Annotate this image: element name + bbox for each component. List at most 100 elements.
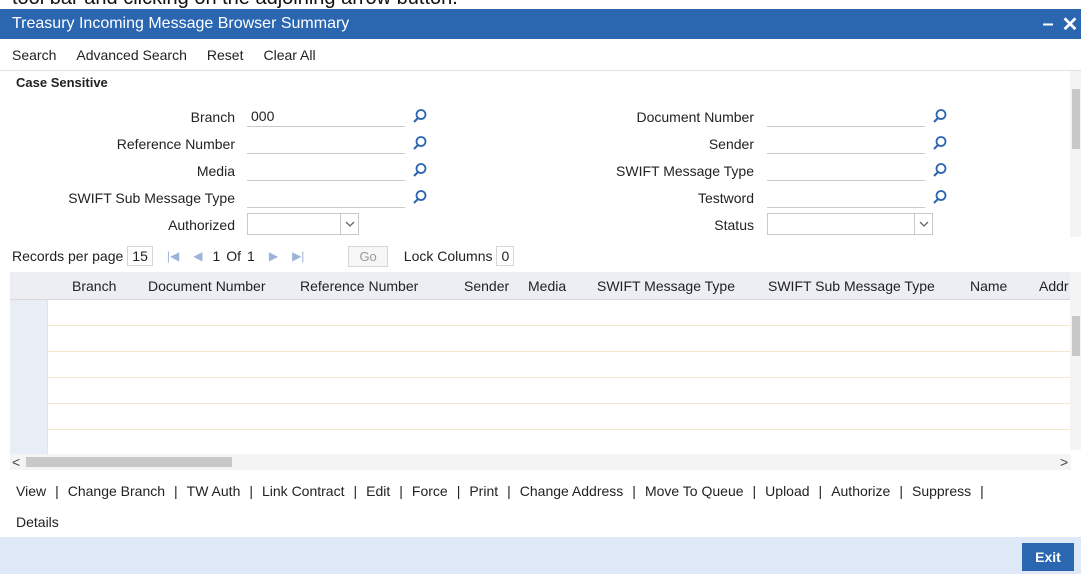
pager-bar: Records per page 15 |◀ ◀ 1 Of 1 ▶ ▶| Go …: [0, 243, 1081, 269]
reference-number-search-icon[interactable]: [412, 135, 428, 151]
action-authorize[interactable]: Authorize: [831, 483, 890, 499]
close-button[interactable]: ✕: [1059, 12, 1081, 37]
action-bar: View | Change Branch | TW Auth | Link Contract…: [16, 483, 984, 499]
swift-message-type-input[interactable]: [767, 159, 925, 181]
first-page-icon[interactable]: |◀: [167, 249, 179, 263]
table-row[interactable]: [10, 326, 1071, 352]
status-select[interactable]: [767, 213, 933, 235]
sender-input[interactable]: [767, 132, 925, 154]
swift-message-type-label: SWIFT Message Type: [616, 163, 754, 179]
menu-search[interactable]: Search: [12, 47, 56, 63]
authorized-select[interactable]: [247, 213, 359, 235]
media-label: Media: [196, 163, 235, 179]
table-row[interactable]: [10, 352, 1071, 378]
branch-input[interactable]: [247, 105, 405, 127]
media-input[interactable]: [247, 159, 405, 181]
row-selector[interactable]: [10, 326, 48, 352]
records-per-page-label: Records per page: [12, 248, 124, 264]
chevron-down-icon: [914, 214, 932, 234]
status-label: Status: [714, 217, 754, 233]
action-change-branch[interactable]: Change Branch: [68, 483, 165, 499]
column-header[interactable]: Sender: [464, 278, 509, 294]
row-selector[interactable]: [10, 378, 48, 404]
document-number-search-icon[interactable]: [932, 108, 948, 124]
action-change-address[interactable]: Change Address: [520, 483, 624, 499]
next-page-icon[interactable]: ▶: [269, 249, 278, 263]
menubar: Search Advanced Search Reset Clear All: [0, 39, 1081, 71]
action-bar-secondary: Details: [16, 514, 59, 530]
testword-input[interactable]: [767, 186, 925, 208]
document-number-label: Document Number: [636, 109, 755, 125]
form-vertical-scrollbar[interactable]: [1070, 71, 1081, 237]
branch-label: Branch: [190, 109, 235, 125]
minimize-button[interactable]: –: [1037, 13, 1059, 36]
row-selector[interactable]: [10, 430, 48, 456]
of-label: Of: [226, 248, 242, 264]
menu-advanced-search[interactable]: Advanced Search: [76, 47, 187, 63]
results-grid-body: [10, 300, 1071, 456]
row-selector[interactable]: [10, 404, 48, 430]
row-selector[interactable]: [10, 352, 48, 378]
clipped-caption: tool bar and clicking on the adjoining a…: [0, 0, 1081, 9]
footer-bar: [0, 537, 1081, 574]
action-edit[interactable]: Edit: [366, 483, 390, 499]
scroll-thumb[interactable]: [1072, 316, 1080, 356]
lock-columns-label: Lock Columns: [403, 248, 493, 264]
menu-reset[interactable]: Reset: [207, 47, 244, 63]
search-form: Branch Reference Number Media SWIFT Sub …: [0, 92, 1070, 237]
total-pages: 1: [247, 248, 255, 264]
swift-sub-message-type-search-icon[interactable]: [412, 189, 428, 205]
go-button[interactable]: Go: [348, 245, 388, 267]
media-search-icon[interactable]: [412, 162, 428, 178]
swift-sub-message-type-label: SWIFT Sub Message Type: [68, 190, 235, 206]
action-link-contract[interactable]: Link Contract: [262, 483, 344, 499]
table-row[interactable]: [10, 378, 1071, 404]
branch-search-icon[interactable]: [412, 108, 428, 124]
document-number-input[interactable]: [767, 105, 925, 127]
action-tw-auth[interactable]: TW Auth: [187, 483, 241, 499]
column-header[interactable]: Document Number: [148, 278, 266, 294]
column-header[interactable]: Addr: [1039, 278, 1071, 294]
column-header[interactable]: Name: [970, 278, 1007, 294]
reference-number-label: Reference Number: [116, 136, 235, 152]
table-row[interactable]: [10, 430, 1071, 456]
results-grid-header: Branch Document Number Reference Number …: [10, 272, 1071, 300]
action-suppress[interactable]: Suppress: [912, 483, 971, 499]
lock-columns-input[interactable]: 0: [496, 246, 515, 266]
table-row[interactable]: [10, 404, 1071, 430]
testword-label: Testword: [697, 190, 754, 206]
scroll-thumb[interactable]: [1072, 89, 1080, 149]
menu-clear-all[interactable]: Clear All: [263, 47, 315, 63]
testword-search-icon[interactable]: [932, 189, 948, 205]
grid-horizontal-scrollbar[interactable]: < >: [10, 454, 1071, 470]
column-header[interactable]: Branch: [72, 278, 116, 294]
action-print[interactable]: Print: [469, 483, 498, 499]
previous-page-icon[interactable]: ◀: [193, 249, 202, 263]
window-titlebar: Treasury Incoming Message Browser Summar…: [0, 9, 1081, 39]
scroll-thumb[interactable]: [26, 457, 232, 467]
reference-number-input[interactable]: [247, 132, 405, 154]
action-details[interactable]: Details: [16, 514, 59, 530]
window-title: Treasury Incoming Message Browser Summar…: [12, 15, 350, 32]
scroll-left-icon[interactable]: <: [12, 454, 20, 470]
table-row[interactable]: [10, 300, 1071, 326]
current-page[interactable]: 1: [212, 248, 220, 264]
action-move-to-queue[interactable]: Move To Queue: [645, 483, 744, 499]
action-force[interactable]: Force: [412, 483, 448, 499]
action-upload[interactable]: Upload: [765, 483, 809, 499]
column-header[interactable]: SWIFT Message Type: [597, 278, 735, 294]
swift-sub-message-type-input[interactable]: [247, 186, 405, 208]
row-selector[interactable]: [10, 300, 48, 326]
sender-label: Sender: [708, 136, 754, 152]
sender-search-icon[interactable]: [932, 135, 948, 151]
column-header[interactable]: Reference Number: [300, 278, 418, 294]
scroll-right-icon[interactable]: >: [1060, 454, 1068, 470]
column-header[interactable]: Media: [528, 278, 566, 294]
last-page-icon[interactable]: ▶|: [292, 249, 304, 263]
exit-button[interactable]: Exit: [1022, 543, 1074, 571]
column-header[interactable]: SWIFT Sub Message Type: [768, 278, 935, 294]
swift-message-type-search-icon[interactable]: [932, 162, 948, 178]
action-view[interactable]: View: [16, 483, 46, 499]
grid-vertical-scrollbar[interactable]: [1070, 272, 1081, 450]
records-per-page-input[interactable]: 15: [127, 246, 153, 266]
